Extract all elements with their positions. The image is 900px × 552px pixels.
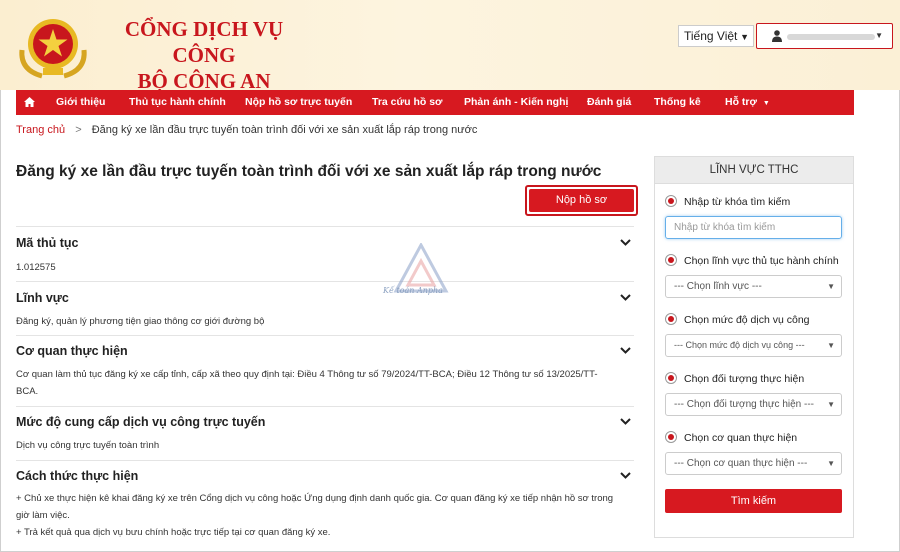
section-body-line: + Trả kết quả qua dịch vụ bưu chính hoặc… — [16, 527, 331, 538]
section-body-line: BCA. — [16, 386, 39, 397]
section-method[interactable]: Cách thức thực hiện + Chủ xe thực hiện k… — [16, 460, 634, 545]
field-select[interactable]: --- Chọn lĩnh vực --- ▼ — [665, 275, 842, 298]
page-title: Đăng ký xe lần đầu trực tuyến toàn trình… — [16, 163, 602, 180]
section-heading: Cách thức thực hiện — [16, 469, 139, 483]
service-level-select-value: --- Chọn mức độ dịch vụ công --- — [674, 340, 805, 350]
nav-item-support[interactable]: Hỗ trợ ▼ — [725, 90, 770, 115]
section-body: Đăng ký, quản lý phương tiện giao thông … — [16, 316, 265, 327]
section-heading: Mã thủ tục — [16, 236, 79, 250]
home-icon[interactable] — [24, 97, 35, 107]
nav-item-introduction[interactable]: Giới thiệu — [56, 90, 105, 115]
chevron-down-icon[interactable] — [620, 418, 631, 425]
section-body: + Chủ xe thực hiện kê khai đăng ký xe tr… — [16, 490, 613, 541]
nav-item-evaluation[interactable]: Đánh giá — [587, 90, 631, 115]
main-nav: Giới thiệu Thủ tục hành chính Nộp hồ sơ … — [16, 90, 854, 115]
service-level-label: Chọn mức độ dịch vụ công — [684, 314, 810, 326]
section-field[interactable]: Lĩnh vực Đăng ký, quản lý phương tiện gi… — [16, 281, 634, 336]
chevron-down-icon: ▼ — [825, 459, 835, 468]
subject-select-value: --- Chọn đối tượng thực hiện --- — [674, 399, 814, 410]
section-heading: Lĩnh vực — [16, 291, 69, 305]
agency-label: Chọn cơ quan thực hiện — [684, 432, 798, 444]
agency-select[interactable]: --- Chọn cơ quan thực hiện --- ▼ — [665, 452, 842, 475]
section-body: 1.012575 — [16, 262, 56, 273]
section-body: Cơ quan làm thủ tục đăng ký xe cấp tỉnh,… — [16, 366, 598, 400]
chevron-down-icon[interactable] — [620, 347, 631, 354]
subject-label: Chọn đối tượng thực hiện — [684, 373, 805, 385]
search-sidebar: LĨNH VỰC TTHC Nhập từ khóa tìm kiếm Nhập… — [654, 156, 854, 538]
field-option[interactable]: Chọn lĩnh vực thủ tục hành chính — [665, 254, 839, 267]
breadcrumb-home-link[interactable]: Trang chủ — [16, 124, 65, 136]
keyword-label: Nhập từ khóa tìm kiếm — [684, 196, 791, 208]
radio-icon[interactable] — [665, 313, 677, 325]
user-account-dropdown[interactable]: ▼ — [756, 23, 893, 49]
site-header: CỔNG DỊCH VỤ CÔNG BỘ CÔNG AN Tiếng Việt … — [0, 0, 900, 93]
agency-option[interactable]: Chọn cơ quan thực hiện — [665, 431, 797, 444]
chevron-down-icon: ▼ — [740, 32, 749, 42]
username-redacted — [787, 34, 875, 40]
breadcrumb-current: Đăng ký xe lần đầu trực tuyến toàn trình… — [91, 124, 478, 136]
nav-item-statistics[interactable]: Thống kê — [654, 90, 701, 115]
chevron-down-icon: ▼ — [825, 400, 835, 409]
search-button[interactable]: Tìm kiếm — [665, 489, 842, 513]
field-label: Chọn lĩnh vực thủ tục hành chính — [684, 255, 839, 267]
agency-select-value: --- Chọn cơ quan thực hiện --- — [674, 458, 808, 469]
keyword-search-input[interactable]: Nhập từ khóa tìm kiếm — [665, 216, 842, 239]
chevron-down-icon[interactable] — [620, 472, 631, 479]
section-service-level[interactable]: Mức độ cung cấp dịch vụ công trực tuyến … — [16, 406, 634, 460]
nav-item-support-label: Hỗ trợ — [725, 96, 757, 108]
nav-item-lookup[interactable]: Tra cứu hồ sơ — [372, 90, 443, 115]
chevron-down-icon[interactable] — [620, 294, 631, 301]
chevron-down-icon: ▼ — [827, 341, 835, 350]
caret-down-icon: ▼ — [875, 31, 883, 40]
subject-option[interactable]: Chọn đối tượng thực hiện — [665, 372, 804, 385]
breadcrumb-separator: > — [75, 124, 82, 136]
section-body-line: + Chủ xe thực hiện kê khai đăng ký xe tr… — [16, 493, 614, 504]
sidebar-heading: LĨNH VỰC TTHC — [655, 157, 853, 184]
section-body-line: Cơ quan làm thủ tục đăng ký xe cấp tỉnh,… — [16, 369, 598, 380]
radio-icon[interactable] — [665, 431, 677, 443]
radio-icon[interactable] — [665, 195, 677, 207]
language-select[interactable]: Tiếng Việt ▼ — [678, 25, 754, 47]
language-value: Tiếng Việt — [684, 29, 738, 43]
service-level-option[interactable]: Chọn mức độ dịch vụ công — [665, 313, 810, 326]
submit-application-button[interactable]: Nộp hồ sơ — [529, 189, 634, 212]
radio-icon[interactable] — [665, 372, 677, 384]
section-heading: Cơ quan thực hiện — [16, 344, 128, 358]
caret-down-icon: ▼ — [762, 100, 770, 107]
nav-item-online-submission[interactable]: Nộp hồ sơ trực tuyến — [245, 90, 352, 115]
breadcrumb: Trang chủ > Đăng ký xe lần đầu trực tuyế… — [16, 124, 477, 136]
submit-highlight-frame: Nộp hồ sơ — [525, 185, 638, 216]
watermark-text: Kế toán Anpha — [383, 286, 443, 295]
section-body: Dịch vụ công trực tuyến toàn trình — [16, 440, 160, 451]
site-title-line1: CỔNG DỊCH VỤ CÔNG — [124, 17, 284, 67]
section-body-line: giờ làm việc. — [16, 510, 70, 521]
nav-item-feedback[interactable]: Phản ánh - Kiến nghị — [464, 90, 568, 115]
section-heading: Mức độ cung cấp dịch vụ công trực tuyến — [16, 415, 266, 429]
site-title[interactable]: CỔNG DỊCH VỤ CÔNG BỘ CÔNG AN — [104, 16, 304, 94]
chevron-down-icon: ▼ — [827, 282, 835, 291]
nav-item-procedures[interactable]: Thủ tục hành chính — [129, 90, 226, 115]
section-procedure-code[interactable]: Mã thủ tục 1.012575 — [16, 226, 634, 281]
chevron-down-icon[interactable] — [620, 239, 631, 246]
keyword-option[interactable]: Nhập từ khóa tìm kiếm — [665, 195, 790, 208]
section-agency[interactable]: Cơ quan thực hiện Cơ quan làm thủ tục đă… — [16, 335, 634, 406]
field-select-value: --- Chọn lĩnh vực --- — [674, 281, 762, 292]
service-level-select[interactable]: --- Chọn mức độ dịch vụ công --- ▼ — [665, 334, 842, 357]
radio-icon[interactable] — [665, 254, 677, 266]
user-icon — [772, 30, 782, 42]
police-emblem-logo — [19, 19, 87, 79]
subject-select[interactable]: --- Chọn đối tượng thực hiện --- ▼ — [665, 393, 842, 416]
